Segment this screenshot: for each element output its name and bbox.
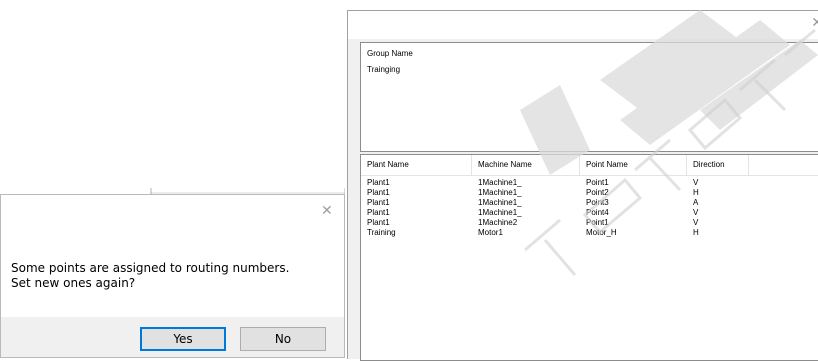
table-row[interactable]: Plant1 1Machine2 Point1 V xyxy=(361,218,818,228)
table-row[interactable]: Plant1 1Machine1_ Point3 A xyxy=(361,198,818,208)
cell-point: Motor_H xyxy=(586,228,617,237)
cell-plant: Plant1 xyxy=(367,188,390,197)
group-name-value[interactable]: Trainging xyxy=(367,65,400,74)
table-row[interactable]: Plant1 1Machine1_ Point1 V xyxy=(361,178,818,188)
table-row[interactable]: Plant1 1Machine1_ Point4 V xyxy=(361,208,818,218)
group-panel: Group Name Trainging xyxy=(360,42,818,152)
column-header-plant-name[interactable]: Plant Name xyxy=(361,155,472,175)
cell-direction: H xyxy=(693,188,699,197)
dialog-message: Some points are assigned to routing numb… xyxy=(11,261,289,291)
cell-machine: 1Machine1_ xyxy=(478,198,522,207)
cell-direction: H xyxy=(693,228,699,237)
cell-point: Point3 xyxy=(586,198,609,207)
close-icon[interactable]: ✕ xyxy=(321,203,333,219)
column-header-machine-name[interactable]: Machine Name xyxy=(472,155,580,175)
group-name-label: Group Name xyxy=(367,49,413,58)
cell-plant: Plant1 xyxy=(367,178,390,187)
dialog-footer: Yes No xyxy=(1,317,344,357)
cell-machine: 1Machine1_ xyxy=(478,178,522,187)
dialog-message-line-1: Some points are assigned to routing numb… xyxy=(11,261,290,275)
list-header: Plant Name Machine Name Point Name Direc… xyxy=(361,155,818,176)
dialog-message-line-2: Set new ones again? xyxy=(11,276,136,290)
cell-plant: Training xyxy=(367,228,396,237)
table-row[interactable]: Training Motor1 Motor_H H xyxy=(361,228,818,238)
cell-point: Point1 xyxy=(586,178,609,187)
cell-plant: Plant1 xyxy=(367,208,390,217)
cell-direction: V xyxy=(693,208,699,217)
window-titlebar: ✕ xyxy=(348,11,818,39)
table-row[interactable]: Plant1 1Machine1_ Point2 H xyxy=(361,188,818,198)
cell-machine: 1Machine1_ xyxy=(478,188,522,197)
no-button[interactable]: No xyxy=(240,327,326,351)
cell-point: Point2 xyxy=(586,188,609,197)
points-list[interactable]: Plant Name Machine Name Point Name Direc… xyxy=(360,154,818,361)
column-header-point-name[interactable]: Point Name xyxy=(580,155,687,175)
points-window: ✕ Group Name Trainging Plant Name Machin… xyxy=(347,10,818,361)
cell-machine: 1Machine2 xyxy=(478,218,518,227)
confirm-dialog: ✕ Some points are assigned to routing nu… xyxy=(0,194,345,358)
close-icon[interactable]: ✕ xyxy=(811,15,818,31)
cell-point: Point1 xyxy=(586,218,609,227)
column-header-direction[interactable]: Direction xyxy=(687,155,749,175)
cell-point: Point4 xyxy=(586,208,609,217)
cell-direction: A xyxy=(693,198,699,207)
yes-button[interactable]: Yes xyxy=(140,327,226,351)
cell-direction: V xyxy=(693,178,699,187)
cell-machine: 1Machine1_ xyxy=(478,208,522,217)
cell-machine: Motor1 xyxy=(478,228,503,237)
cell-direction: V xyxy=(693,218,699,227)
cell-plant: Plant1 xyxy=(367,198,390,207)
cell-plant: Plant1 xyxy=(367,218,390,227)
